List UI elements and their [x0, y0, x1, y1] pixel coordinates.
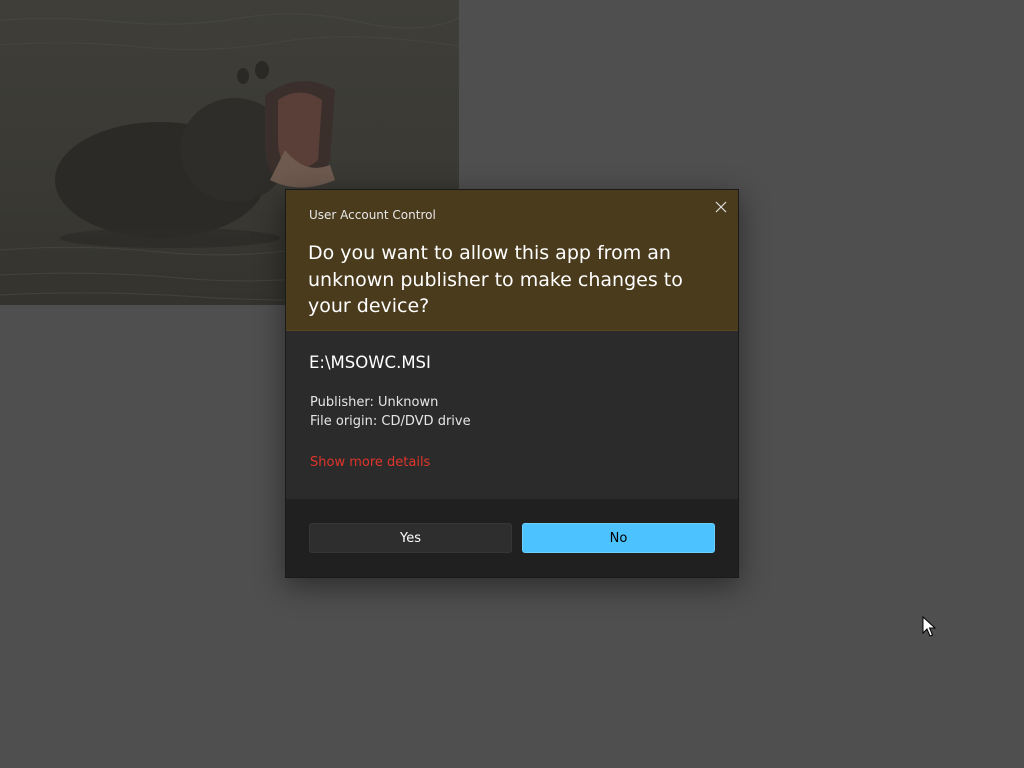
- app-name: E:\MSOWC.MSI: [309, 353, 431, 372]
- dialog-footer: Yes No: [286, 499, 738, 577]
- close-button[interactable]: [710, 196, 732, 218]
- yes-button[interactable]: Yes: [309, 523, 512, 553]
- dialog-title: User Account Control: [309, 208, 436, 222]
- file-origin-info: File origin: CD/DVD drive: [310, 414, 471, 429]
- dialog-body: E:\MSOWC.MSI Publisher: Unknown File ori…: [286, 331, 738, 499]
- dialog-question: Do you want to allow this app from an un…: [308, 242, 683, 317]
- secure-desktop: User Account Control Do you want to allo…: [0, 0, 1024, 768]
- no-button[interactable]: No: [522, 523, 715, 553]
- show-more-details-link[interactable]: Show more details: [310, 455, 430, 470]
- close-icon: [715, 198, 727, 217]
- mouse-cursor-icon: [922, 615, 937, 638]
- uac-dialog: User Account Control Do you want to allo…: [285, 189, 739, 578]
- dialog-header: User Account Control Do you want to allo…: [286, 190, 738, 331]
- publisher-info: Publisher: Unknown: [310, 395, 439, 410]
